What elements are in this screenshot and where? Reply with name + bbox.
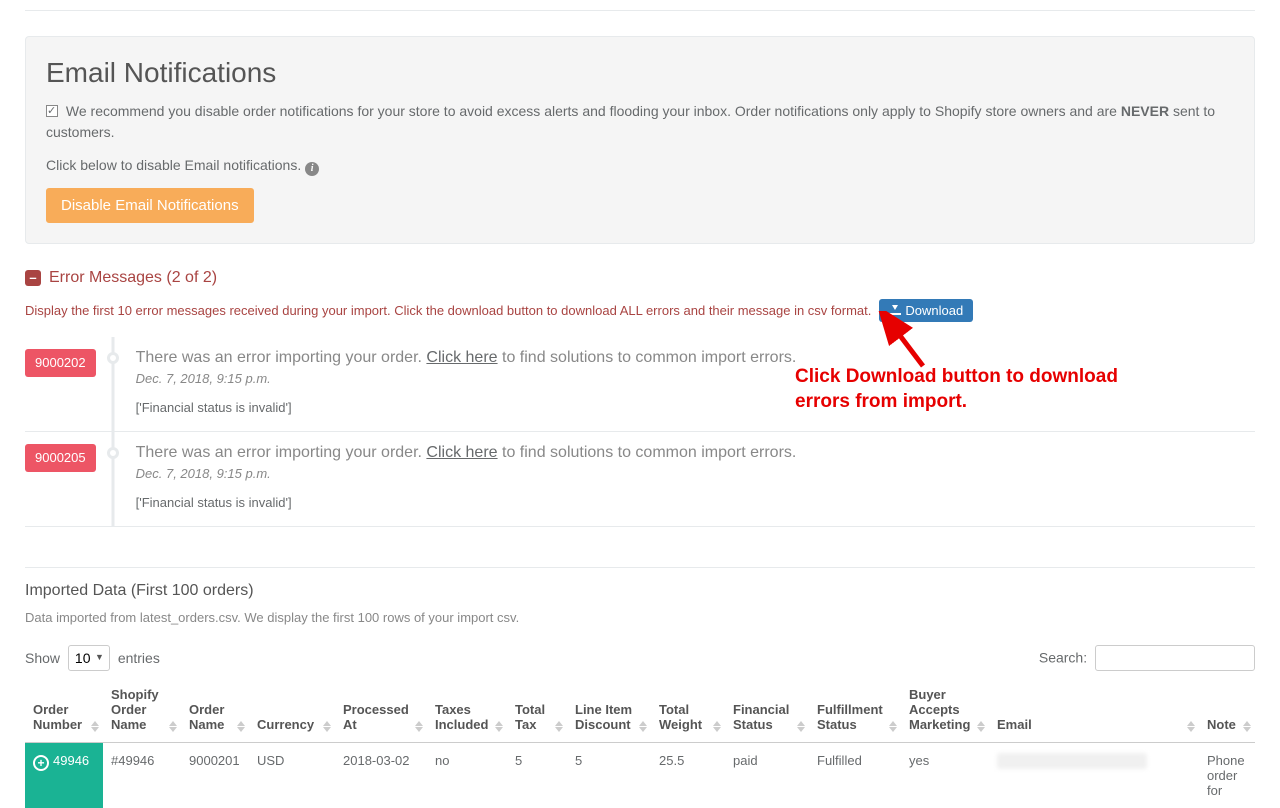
error-detail: ['Financial status is invalid'] (136, 495, 1255, 510)
error-timeline: 9000202 There was an error importing you… (25, 337, 1255, 527)
expand-row-icon[interactable]: + (33, 755, 49, 771)
col-taxes-included[interactable]: Taxes Included (427, 681, 507, 743)
col-order-number[interactable]: Order Number (25, 681, 103, 743)
search-control: Search: (1039, 645, 1255, 671)
col-email[interactable]: Email (989, 681, 1199, 743)
col-currency[interactable]: Currency (249, 681, 335, 743)
check-icon (46, 105, 58, 117)
error-messages-title: Error Messages (2 of 2) (49, 269, 217, 287)
search-input[interactable] (1095, 645, 1255, 671)
col-total-weight[interactable]: Total Weight (651, 681, 725, 743)
table-header-row: Order Number Shopify Order Name Order Na… (25, 681, 1255, 743)
page-size-control: Show 10 entries (25, 645, 160, 671)
imported-table: Order Number Shopify Order Name Order Na… (25, 681, 1255, 808)
info-icon[interactable]: i (305, 162, 319, 176)
download-button[interactable]: Download (879, 299, 973, 322)
col-processed-at[interactable]: Processed At (335, 681, 427, 743)
error-message: There was an error importing your order.… (136, 349, 1255, 367)
email-notifications-panel: Email Notifications We recommend you dis… (25, 36, 1255, 244)
disable-email-button[interactable]: Disable Email Notifications (46, 188, 254, 223)
page-size-select[interactable]: 10 (68, 645, 110, 671)
col-buyer-accepts[interactable]: Buyer Accepts Marketing (901, 681, 989, 743)
error-message: There was an error importing your order.… (136, 444, 1255, 462)
error-item: 9000202 There was an error importing you… (25, 337, 1255, 432)
col-note[interactable]: Note (1199, 681, 1255, 743)
error-detail: ['Financial status is invalid'] (136, 400, 1255, 415)
error-order-badge: 9000202 (25, 349, 96, 377)
error-help-link[interactable]: Click here (426, 349, 497, 366)
timeline-dot-icon (107, 352, 119, 364)
email-recommend-text: We recommend you disable order notificat… (46, 101, 1234, 143)
email-cell (989, 743, 1199, 808)
error-timestamp: Dec. 7, 2018, 9:15 p.m. (136, 466, 1255, 481)
collapse-icon[interactable]: – (25, 270, 41, 286)
col-line-item-discount[interactable]: Line Item Discount (567, 681, 651, 743)
col-total-tax[interactable]: Total Tax (507, 681, 567, 743)
email-panel-title: Email Notifications (46, 57, 1234, 89)
imported-data-sub: Data imported from latest_orders.csv. We… (25, 610, 1255, 625)
error-timestamp: Dec. 7, 2018, 9:15 p.m. (136, 371, 1255, 386)
col-fulfillment-status[interactable]: Fulfillment Status (809, 681, 901, 743)
error-desc: Display the first 10 error messages rece… (25, 303, 871, 318)
download-icon (889, 307, 901, 315)
col-shopify-order-name[interactable]: Shopify Order Name (103, 681, 181, 743)
imported-data-title: Imported Data (First 100 orders) (25, 567, 1255, 600)
error-item: 9000205 There was an error importing you… (25, 432, 1255, 527)
email-click-below: Click below to disable Email notificatio… (46, 155, 1234, 176)
col-financial-status[interactable]: Financial Status (725, 681, 809, 743)
error-help-link[interactable]: Click here (426, 444, 497, 461)
col-order-name[interactable]: Order Name (181, 681, 249, 743)
timeline-dot-icon (107, 447, 119, 459)
error-order-badge: 9000205 (25, 444, 96, 472)
table-row[interactable]: +49946 #49946 9000201 USD 2018-03-02 no … (25, 743, 1255, 808)
